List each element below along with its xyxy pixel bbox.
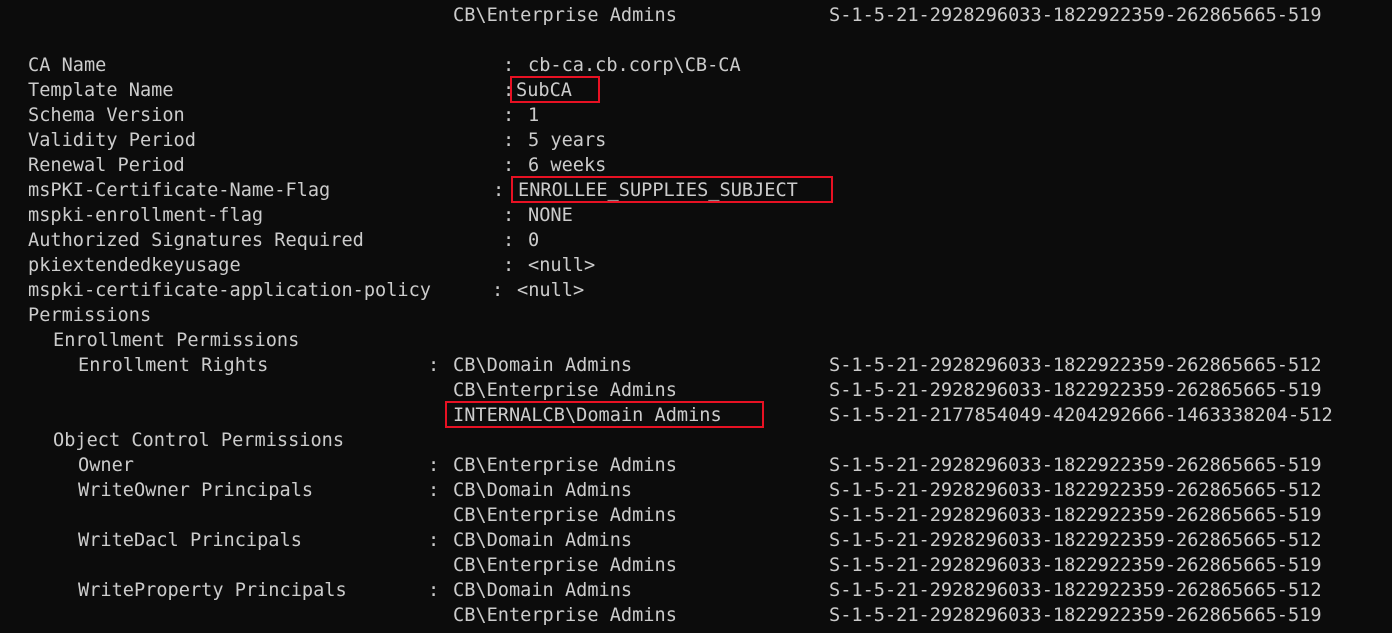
writeowner-principal: CB\Enterprise Admins	[453, 505, 677, 526]
prop-sep: :	[493, 180, 505, 201]
prop-sep: :	[503, 155, 515, 176]
writedacl-sid: S-1-5-21-2928296033-1822922359-262865665…	[829, 555, 1322, 576]
prop-sep: :	[503, 55, 515, 76]
prop-name-validity-period: Validity Period	[28, 130, 196, 151]
writeproperty-sid: S-1-5-21-2928296033-1822922359-262865665…	[829, 605, 1322, 626]
owner-label: Owner	[78, 455, 134, 476]
prop-name-name-flag: msPKI-Certificate-Name-Flag	[28, 180, 331, 201]
writedacl-principal: CB\Domain Admins	[453, 530, 633, 551]
enrollment-sid: S-1-5-21-2928296033-1822922359-262865665…	[829, 380, 1322, 401]
prop-sep: :	[503, 205, 515, 226]
prop-name-authorized-signatures: Authorized Signatures Required	[28, 230, 364, 251]
prop-name-application-policy: mspki-certificate-application-policy	[28, 280, 431, 301]
prop-value-template-name: SubCA	[516, 80, 572, 101]
prop-sep: :	[492, 280, 504, 301]
top-sid: S-1-5-21-2928296033-1822922359-262865665…	[829, 5, 1322, 26]
writedacl-sid: S-1-5-21-2928296033-1822922359-262865665…	[829, 530, 1322, 551]
perm-sep: :	[428, 355, 440, 376]
enrollment-rights-label: Enrollment Rights	[78, 355, 269, 376]
prop-value-renewal-period: 6 weeks	[528, 155, 607, 176]
prop-value-authorized-signatures: 0	[528, 230, 540, 251]
prop-value-name-flag: ENROLLEE_SUPPLIES_SUBJECT	[518, 180, 798, 201]
writeowner-sid: S-1-5-21-2928296033-1822922359-262865665…	[829, 480, 1322, 501]
enrollment-permissions-heading: Enrollment Permissions	[53, 330, 300, 351]
prop-value-enrollment-flag: NONE	[528, 205, 573, 226]
prop-name-template-name: Template Name	[28, 80, 174, 101]
writedacl-principal: CB\Enterprise Admins	[453, 555, 677, 576]
prop-sep: :	[503, 130, 515, 151]
top-principal: CB\Enterprise Admins	[453, 5, 677, 26]
object-control-heading: Object Control Permissions	[53, 430, 345, 451]
perm-sep: :	[428, 455, 440, 476]
perm-sep: :	[428, 580, 440, 601]
prop-value-schema-version: 1	[528, 105, 540, 126]
writedacl-label: WriteDacl Principals	[78, 530, 302, 551]
permissions-heading: Permissions	[28, 305, 152, 326]
perm-sep: :	[428, 480, 440, 501]
writeproperty-sid: S-1-5-21-2928296033-1822922359-262865665…	[829, 580, 1322, 601]
writeproperty-principal: CB\Domain Admins	[453, 580, 633, 601]
prop-name-extended-key-usage: pkiextendedkeyusage	[28, 255, 241, 276]
prop-value-extended-key-usage: <null>	[528, 255, 596, 276]
prop-name-enrollment-flag: mspki-enrollment-flag	[28, 205, 264, 226]
prop-value-validity-period: 5 years	[528, 130, 607, 151]
prop-sep: :	[503, 230, 515, 251]
writeproperty-label: WriteProperty Principals	[78, 580, 347, 601]
terminal-window[interactable]: CB\Enterprise Admins S-1-5-21-2928296033…	[0, 0, 1392, 633]
prop-name-renewal-period: Renewal Period	[28, 155, 185, 176]
prop-value-ca-name: cb-ca.cb.corp\CB-CA	[528, 55, 741, 76]
enrollment-principal: CB\Domain Admins	[453, 355, 633, 376]
perm-sep: :	[428, 530, 440, 551]
owner-principal: CB\Enterprise Admins	[453, 455, 677, 476]
writeowner-principal: CB\Domain Admins	[453, 480, 633, 501]
prop-sep: :	[503, 80, 515, 101]
enrollment-sid: S-1-5-21-2928296033-1822922359-262865665…	[829, 355, 1322, 376]
writeowner-label: WriteOwner Principals	[78, 480, 314, 501]
enrollment-principal: INTERNALCB\Domain Admins	[453, 405, 722, 426]
owner-sid: S-1-5-21-2928296033-1822922359-262865665…	[829, 455, 1322, 476]
writeproperty-principal: CB\Enterprise Admins	[453, 605, 677, 626]
prop-name-ca-name: CA Name	[28, 55, 107, 76]
prop-sep: :	[503, 255, 515, 276]
prop-sep: :	[503, 105, 515, 126]
prop-value-application-policy: <null>	[517, 280, 585, 301]
enrollment-principal: CB\Enterprise Admins	[453, 380, 677, 401]
enrollment-sid: S-1-5-21-2177854049-4204292666-146333820…	[829, 405, 1333, 426]
prop-name-schema-version: Schema Version	[28, 105, 185, 126]
writeowner-sid: S-1-5-21-2928296033-1822922359-262865665…	[829, 505, 1322, 526]
